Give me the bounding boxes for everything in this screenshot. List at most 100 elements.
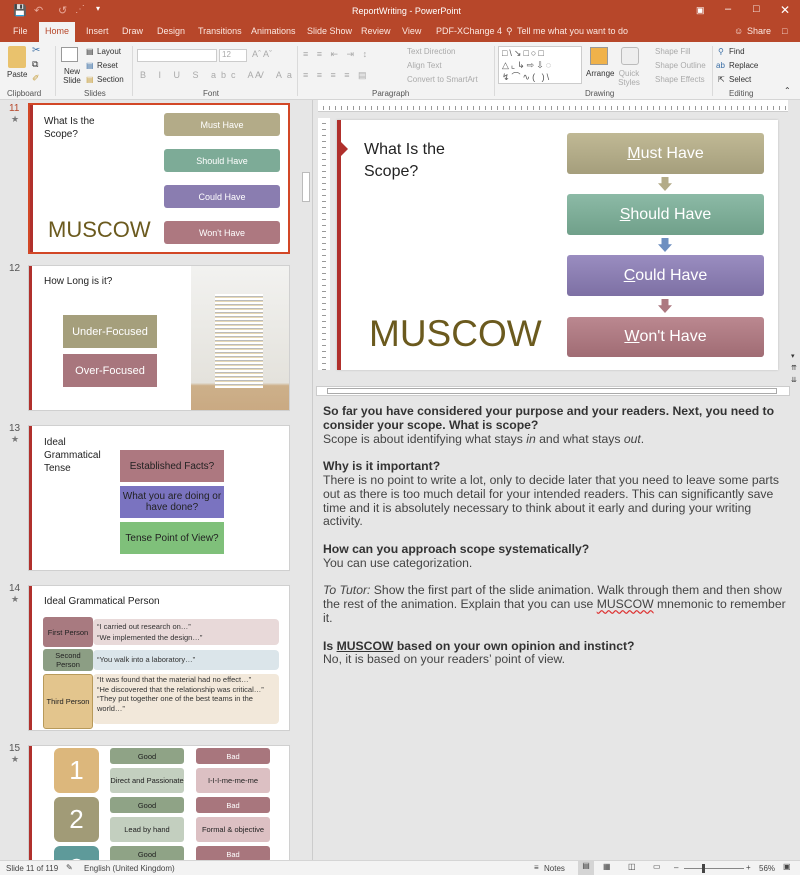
wont-have-box[interactable]: Won't Have (567, 317, 764, 357)
tab-review[interactable]: Review (361, 26, 391, 36)
notes-toggle-button[interactable]: Notes (544, 864, 565, 873)
tab-home[interactable]: Home (39, 22, 76, 42)
next-slide-icon[interactable]: ⇊ (791, 376, 797, 384)
new-slide-button[interactable]: New Slide (62, 67, 82, 85)
zoom-level[interactable]: 56% (759, 864, 775, 873)
font-color-icon[interactable]: A (255, 70, 261, 80)
muscow-text[interactable]: MUSCOW (369, 313, 542, 355)
quick-styles-button[interactable]: Quick Styles (617, 69, 641, 87)
spelling-icon[interactable]: ✎ (66, 863, 73, 872)
ribbon-tabs: File Home Insert Draw Design Transitions… (0, 22, 800, 42)
tab-draw[interactable]: Draw (122, 26, 143, 36)
paste-icon[interactable] (8, 46, 26, 68)
tab-view[interactable]: View (402, 26, 421, 36)
thumb-box: Tense Point of View? (120, 522, 224, 554)
tab-transitions[interactable]: Transitions (198, 26, 242, 36)
thumbnail-slide-13[interactable]: Ideal Grammatical Tense Established Fact… (28, 425, 290, 571)
font-name-combo[interactable] (137, 49, 217, 62)
tab-pdf-xchange[interactable]: PDF-XChange 4 (436, 26, 502, 36)
grow-font-icon[interactable]: Aˆ Aˇ (252, 49, 272, 59)
shape-fill-button[interactable]: Shape Fill (655, 47, 691, 56)
slide-horizontal-scrollbar[interactable] (316, 386, 790, 396)
animation-star-icon: ★ (11, 594, 20, 604)
language-indicator[interactable]: English (United Kingdom) (84, 864, 175, 873)
previous-slide-icon[interactable]: ⇈ (791, 364, 797, 372)
maximize-icon[interactable]: □ (753, 3, 760, 15)
convert-smartart-button[interactable]: Convert to SmartArt (407, 75, 478, 84)
good-label: Good (110, 846, 184, 860)
share-button[interactable]: Share (747, 26, 771, 36)
thumbnail-slide-14[interactable]: Ideal Grammatical Person “I carried out … (28, 585, 290, 731)
reset-button[interactable]: Reset (97, 61, 118, 70)
alignment-buttons[interactable]: ≡ ≡ ≡ ≡ ▤ (303, 70, 370, 81)
animation-star-icon: ★ (11, 114, 20, 124)
box-text: ust Have (640, 144, 704, 162)
reset-icon: ▤ (86, 61, 94, 70)
zoom-slider-thumb[interactable] (702, 864, 705, 873)
redo-icon[interactable]: ↺ (58, 4, 67, 17)
slide-title[interactable]: What Is the Scope? (364, 139, 474, 183)
scroll-arrow-icon[interactable]: ▾ (791, 352, 795, 360)
normal-view-icon[interactable]: ▤ (578, 861, 594, 875)
tab-file[interactable]: File (13, 26, 28, 36)
comments-icon[interactable]: □ (782, 26, 787, 36)
slide-vertical-scrollbar[interactable]: ▾ ⇈ ⇊ (790, 112, 800, 388)
font-size-combo[interactable]: 12 (219, 49, 247, 62)
arrow-down-icon (658, 299, 672, 313)
tab-design[interactable]: Design (157, 26, 185, 36)
share-icon: ☺ (734, 26, 744, 36)
paste-button[interactable]: Paste (7, 70, 27, 79)
layout-button[interactable]: Layout (97, 47, 121, 56)
bad-label: Bad (196, 748, 270, 764)
start-from-beginning-icon[interactable]: ⋰ (75, 4, 85, 15)
tab-insert[interactable]: Insert (86, 26, 109, 36)
shapes-gallery[interactable]: □\↘□○□ △⌞↳⇨⇩◌ ↯⌒∿( )\ (498, 46, 582, 84)
notes-pane[interactable]: So far you have considered your purpose … (314, 400, 800, 860)
shape-outline-button[interactable]: Shape Outline (655, 61, 706, 70)
slide-canvas[interactable]: What Is the Scope? Must Have Should Have… (337, 120, 778, 370)
undo-icon[interactable]: ↶ (34, 4, 43, 17)
thumbnail-slide-12[interactable]: How Long is it? Under-Focused Over-Focus… (28, 265, 290, 411)
format-painter-icon[interactable]: ✐ (32, 73, 40, 84)
font-format-buttons[interactable]: B I U S abc AV Aa (140, 70, 297, 80)
should-have-box[interactable]: Should Have (567, 194, 764, 235)
zoom-out-button[interactable]: – (674, 863, 678, 872)
collapse-ribbon-icon[interactable]: ⌃ (784, 86, 791, 95)
cut-icon[interactable]: ✂ (32, 45, 40, 56)
step-number: 1 (54, 748, 99, 793)
notes-paragraph: Is MUSCOW based on your own opinion and … (323, 638, 635, 667)
tab-animations[interactable]: Animations (251, 26, 296, 36)
zoom-in-button[interactable]: + (746, 863, 751, 872)
slide-sorter-icon[interactable]: ▦ (603, 862, 611, 871)
title-bar: 💾 ↶ ↺ ⋰ ▾ ReportWriting - PowerPoint ▣ –… (0, 0, 800, 22)
thumbnail-slide-15[interactable]: 1 2 3 Good Direct and Passionate Good Le… (28, 745, 290, 860)
copy-icon[interactable]: ⧉ (32, 59, 38, 70)
notes-paragraph: So far you have considered your purpose … (323, 404, 775, 446)
thumbnail-scrollbar-thumb[interactable] (302, 172, 310, 202)
slide-accent-bar (337, 120, 341, 370)
list-buttons[interactable]: ≡ ≡ ⇤ ⇥ ↕ (303, 49, 370, 60)
align-text-button[interactable]: Align Text (407, 61, 442, 70)
reading-view-icon[interactable]: ◫ (628, 862, 636, 871)
thumbnail-slide-11[interactable]: What Is the Scope? Must Have Should Have… (28, 103, 290, 254)
replace-button[interactable]: Replace (729, 61, 758, 70)
slideshow-icon[interactable]: ▭ (653, 862, 661, 871)
text-direction-button[interactable]: Text Direction (407, 47, 455, 56)
save-icon[interactable]: 💾 (13, 4, 27, 17)
arrange-button[interactable]: Arrange (586, 69, 614, 78)
tab-slide-show[interactable]: Slide Show (307, 26, 352, 36)
section-button[interactable]: Section (97, 75, 124, 84)
customize-qat-icon[interactable]: ▾ (96, 4, 100, 13)
fit-to-window-icon[interactable]: ▣ (783, 862, 791, 871)
new-slide-icon[interactable] (61, 47, 78, 62)
find-button[interactable]: Find (729, 47, 745, 56)
shape-effects-button[interactable]: Shape Effects (655, 75, 705, 84)
close-icon[interactable]: ✕ (780, 3, 790, 17)
could-have-box[interactable]: Could Have (567, 255, 764, 296)
select-button[interactable]: Select (729, 75, 751, 84)
minimize-icon[interactable]: – (725, 3, 731, 15)
must-have-box[interactable]: Must Have (567, 133, 764, 174)
ribbon-display-options-icon[interactable]: ▣ (696, 5, 705, 16)
zoom-slider[interactable] (684, 868, 744, 869)
tell-me-search[interactable]: Tell me what you want to do (517, 26, 628, 36)
